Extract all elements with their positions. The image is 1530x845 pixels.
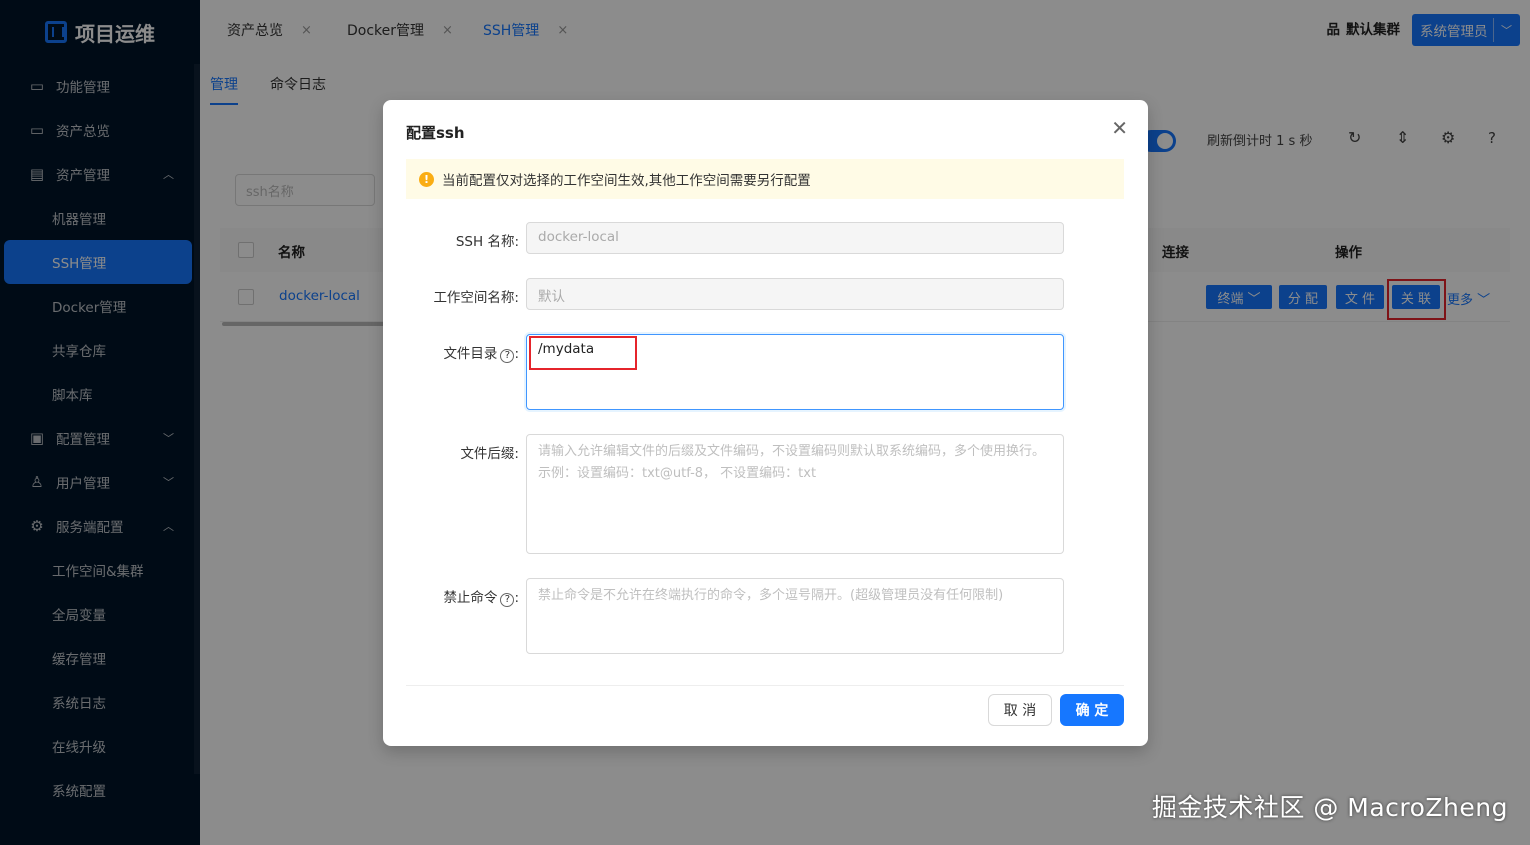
watermark: 掘金技术社区 @ MacroZheng (1151, 793, 1508, 822)
forbid-cmd-textarea[interactable]: 禁止命令是不允许在终端执行的命令，多个逗号隔开。(超级管理员没有任何限制) (526, 578, 1064, 654)
alert-text: 当前配置仅对选择的工作空间生效,其他工作空间需要另行配置 (442, 173, 811, 189)
forbid-cmd-label: 禁止命令?: (443, 590, 519, 607)
file-dir-label: 文件目录?: (443, 346, 519, 363)
ssh-name-field: docker-local (526, 222, 1064, 254)
ssh-name-label: SSH 名称: (455, 234, 519, 250)
question-icon[interactable]: ? (500, 349, 515, 363)
label-text: 文件目录 (443, 346, 498, 362)
workspace-field: 默认 (526, 278, 1064, 310)
close-icon[interactable]: ✕ (1111, 116, 1128, 140)
file-suffix-textarea[interactable]: 请输入允许编辑文件的后缀及文件编码，不设置编码则默认取系统编码，多个使用换行。示… (526, 434, 1064, 554)
modal-title: 配置ssh (406, 124, 465, 142)
exclamation-icon: ! (419, 171, 434, 187)
workspace-label: 工作空间名称: (433, 290, 519, 306)
warning-alert: ! 当前配置仅对选择的工作空间生效,其他工作空间需要另行配置 (406, 159, 1124, 199)
file-suffix-label: 文件后缀: (460, 446, 519, 462)
config-ssh-modal: 配置ssh ✕ ! 当前配置仅对选择的工作空间生效,其他工作空间需要另行配置 S… (383, 100, 1148, 746)
footer-divider (406, 685, 1124, 686)
question-icon[interactable]: ? (500, 593, 515, 607)
cancel-button[interactable]: 取 消 (988, 694, 1052, 726)
highlight-box (529, 336, 637, 370)
label-text: 禁止命令 (443, 590, 498, 606)
confirm-button[interactable]: 确 定 (1060, 694, 1124, 726)
